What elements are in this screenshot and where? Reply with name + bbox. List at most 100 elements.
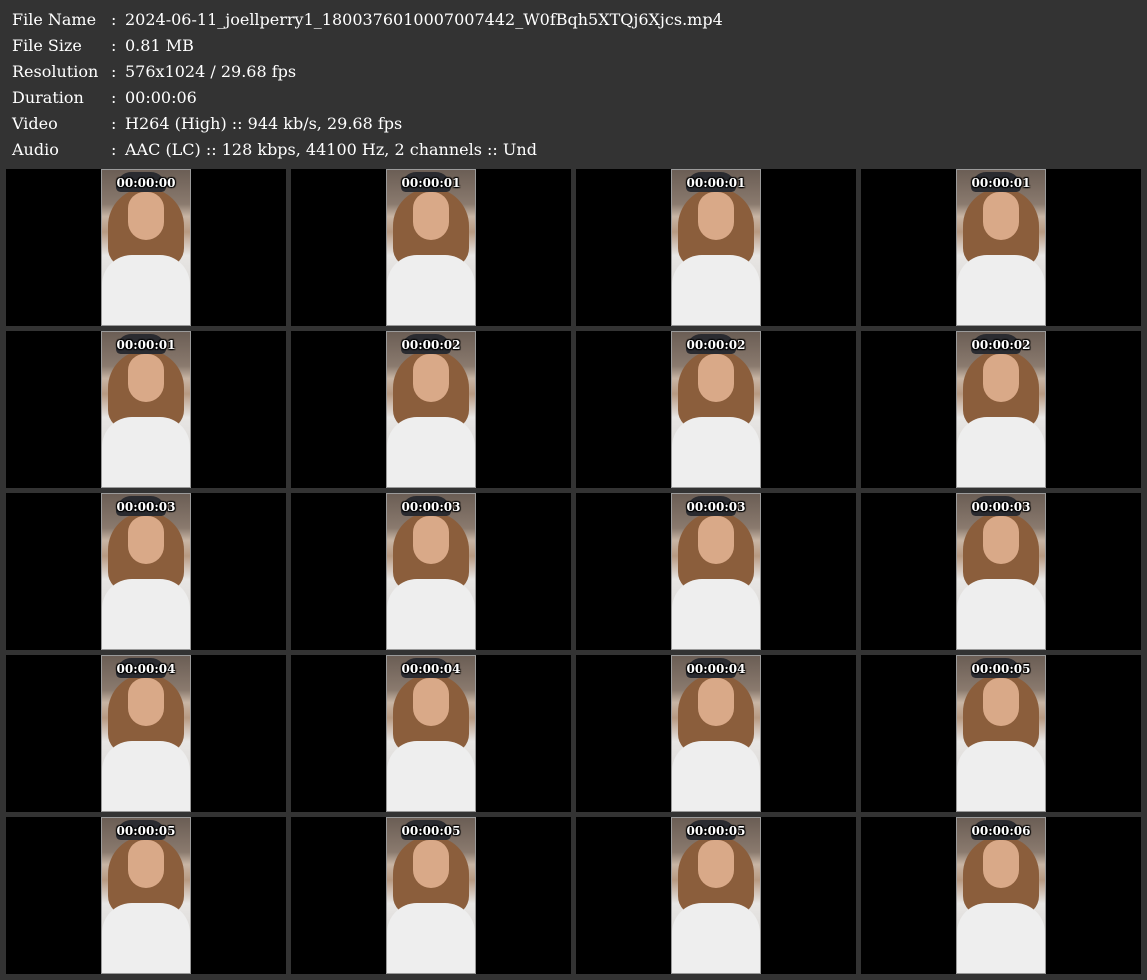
info-separator: :: [111, 88, 117, 107]
info-row-audio: Audio: AAC (LC) :: 128 kbps, 44100 Hz, 2 …: [12, 137, 723, 163]
frame-face-shape: [413, 192, 449, 240]
thumbnail-frame: 00:00:05: [386, 817, 476, 974]
thumbnail-timestamp: 00:00:01: [971, 176, 1031, 190]
frame-shirt-shape: [672, 417, 760, 487]
frame-shirt-shape: [672, 903, 760, 973]
thumbnail-cell: 00:00:03: [861, 493, 1141, 650]
frame-shirt-shape: [102, 255, 190, 325]
thumbnail-timestamp: 00:00:03: [971, 500, 1031, 514]
thumbnail-grid: 00:00:00 00:00:01 00:00:01 00:00:01 00:00:01…: [6, 169, 1141, 974]
thumbnail-cell: 00:00:03: [576, 493, 856, 650]
thumbnail-timestamp: 00:00:00: [116, 176, 176, 190]
thumbnail-cell: 00:00:06: [861, 817, 1141, 974]
frame-face-shape: [413, 678, 449, 726]
thumbnail-cell: 00:00:05: [6, 817, 286, 974]
info-row-duration: Duration:00:00:06: [12, 85, 723, 111]
info-value: 2024-06-11_joellperry1_18003760100070074…: [125, 10, 723, 29]
thumbnail-timestamp: 00:00:01: [116, 338, 176, 352]
thumbnail-frame: 00:00:04: [101, 655, 191, 812]
thumbnail-frame: 00:00:01: [956, 169, 1046, 326]
thumbnail-timestamp: 00:00:05: [686, 824, 746, 838]
frame-face-shape: [983, 678, 1019, 726]
thumbnail-timestamp: 00:00:03: [401, 500, 461, 514]
thumbnail-cell: 00:00:04: [576, 655, 856, 812]
thumbnail-cell: 00:00:01: [576, 169, 856, 326]
thumbnail-cell: 00:00:03: [6, 493, 286, 650]
frame-face-shape: [983, 192, 1019, 240]
thumbnail-cell: 00:00:01: [6, 331, 286, 488]
thumbnail-cell: 00:00:05: [576, 817, 856, 974]
info-panel: File Name:2024-06-11_joellperry1_1800376…: [12, 7, 723, 163]
frame-face-shape: [698, 516, 734, 564]
thumbnail-cell: 00:00:03: [291, 493, 571, 650]
info-row-file-size: File Size:0.81 MB: [12, 33, 723, 59]
info-separator: :: [111, 140, 117, 159]
thumbnail-frame: 00:00:01: [671, 169, 761, 326]
thumbnail-frame: 00:00:03: [956, 493, 1046, 650]
thumbnail-cell: 00:00:02: [576, 331, 856, 488]
frame-shirt-shape: [387, 579, 475, 649]
frame-shirt-shape: [957, 579, 1045, 649]
frame-face-shape: [413, 840, 449, 888]
info-label: Video: [12, 114, 58, 133]
frame-face-shape: [983, 516, 1019, 564]
frame-shirt-shape: [102, 417, 190, 487]
contact-sheet: File Name:2024-06-11_joellperry1_1800376…: [0, 0, 1147, 980]
thumbnail-timestamp: 00:00:02: [686, 338, 746, 352]
frame-shirt-shape: [102, 903, 190, 973]
thumbnail-cell: 00:00:02: [861, 331, 1141, 488]
frame-face-shape: [128, 840, 164, 888]
info-value: 576x1024 / 29.68 fps: [125, 62, 297, 81]
thumbnail-cell: 00:00:04: [291, 655, 571, 812]
thumbnail-timestamp: 00:00:05: [116, 824, 176, 838]
info-label: Duration: [12, 88, 84, 107]
info-label: File Name: [12, 10, 97, 29]
frame-face-shape: [128, 678, 164, 726]
frame-face-shape: [698, 840, 734, 888]
frame-shirt-shape: [102, 741, 190, 811]
thumbnail-timestamp: 00:00:03: [686, 500, 746, 514]
frame-shirt-shape: [387, 741, 475, 811]
thumbnail-timestamp: 00:00:05: [401, 824, 461, 838]
frame-shirt-shape: [957, 903, 1045, 973]
frame-face-shape: [698, 192, 734, 240]
frame-shirt-shape: [672, 255, 760, 325]
frame-shirt-shape: [672, 741, 760, 811]
info-value: 00:00:06: [125, 88, 197, 107]
info-separator: :: [111, 62, 117, 81]
thumbnail-frame: 00:00:00: [101, 169, 191, 326]
thumbnail-frame: 00:00:06: [956, 817, 1046, 974]
frame-face-shape: [128, 354, 164, 402]
thumbnail-frame: 00:00:04: [671, 655, 761, 812]
thumbnail-timestamp: 00:00:06: [971, 824, 1031, 838]
frame-shirt-shape: [387, 417, 475, 487]
thumbnail-frame: 00:00:02: [386, 331, 476, 488]
frame-shirt-shape: [957, 741, 1045, 811]
thumbnail-frame: 00:00:03: [671, 493, 761, 650]
thumbnail-frame: 00:00:02: [671, 331, 761, 488]
thumbnail-timestamp: 00:00:01: [686, 176, 746, 190]
frame-shirt-shape: [387, 255, 475, 325]
thumbnail-timestamp: 00:00:04: [401, 662, 461, 676]
frame-face-shape: [413, 516, 449, 564]
thumbnail-frame: 00:00:03: [386, 493, 476, 650]
thumbnail-cell: 00:00:05: [291, 817, 571, 974]
thumbnail-frame: 00:00:05: [956, 655, 1046, 812]
info-value: AAC (LC) :: 128 kbps, 44100 Hz, 2 channe…: [125, 140, 537, 159]
thumbnail-cell: 00:00:02: [291, 331, 571, 488]
info-label: File Size: [12, 36, 82, 55]
frame-shirt-shape: [387, 903, 475, 973]
frame-face-shape: [698, 678, 734, 726]
frame-face-shape: [983, 354, 1019, 402]
thumbnail-cell: 00:00:01: [861, 169, 1141, 326]
frame-face-shape: [128, 516, 164, 564]
info-label: Audio: [12, 140, 59, 159]
thumbnail-timestamp: 00:00:04: [116, 662, 176, 676]
info-separator: :: [111, 10, 117, 29]
thumbnail-frame: 00:00:01: [386, 169, 476, 326]
thumbnail-timestamp: 00:00:02: [401, 338, 461, 352]
thumbnail-timestamp: 00:00:01: [401, 176, 461, 190]
thumbnail-timestamp: 00:00:04: [686, 662, 746, 676]
info-label: Resolution: [12, 62, 99, 81]
thumbnail-timestamp: 00:00:02: [971, 338, 1031, 352]
